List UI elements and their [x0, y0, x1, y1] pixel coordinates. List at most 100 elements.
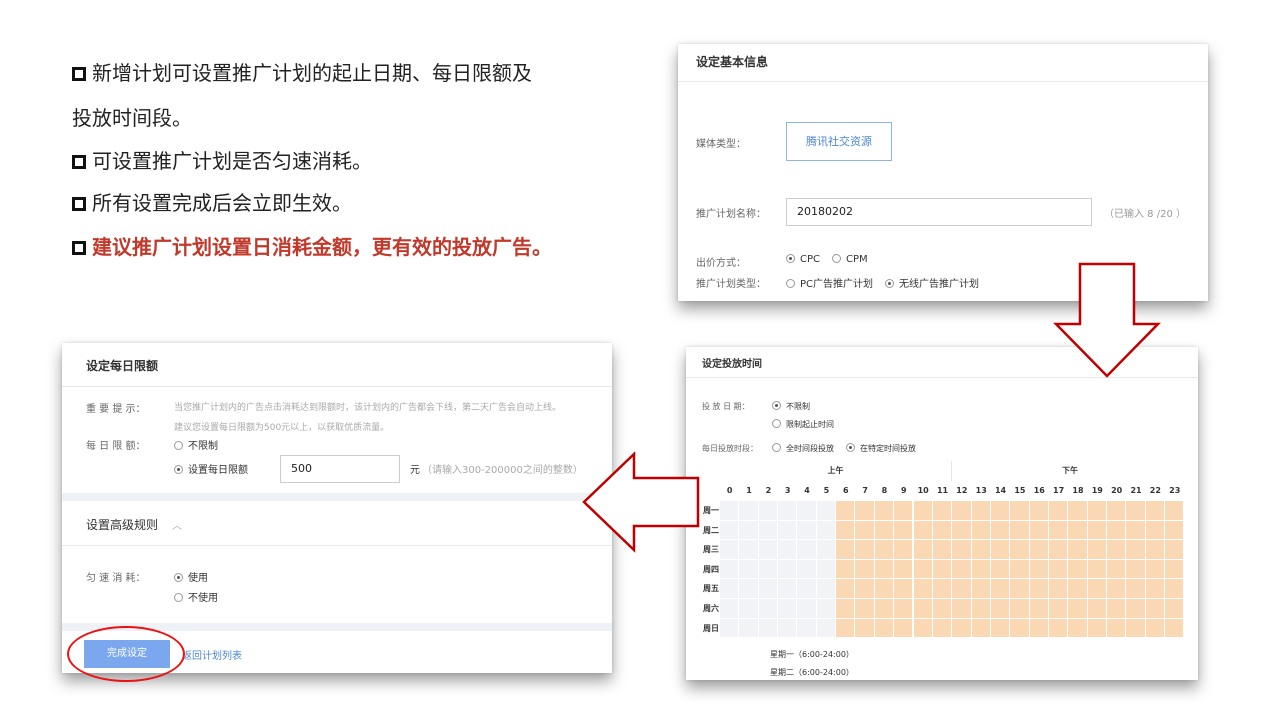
time-cell[interactable]	[913, 501, 933, 521]
hour-label[interactable]: 0	[720, 481, 739, 501]
time-cell[interactable]	[836, 520, 856, 541]
time-cell[interactable]	[913, 559, 933, 580]
time-cell[interactable]	[1010, 501, 1030, 521]
time-cell[interactable]	[990, 540, 1011, 560]
time-cell[interactable]	[913, 579, 933, 599]
time-cell[interactable]	[758, 559, 779, 580]
time-cell[interactable]	[952, 599, 972, 619]
time-cell[interactable]	[836, 599, 856, 619]
day-label[interactable]: 周六	[702, 599, 720, 619]
time-cell[interactable]	[971, 559, 991, 580]
media-type-button[interactable]: 腾讯社交资源	[786, 122, 892, 161]
period-option-all[interactable]: 全时间段投放	[772, 443, 834, 454]
day-label[interactable]: 周三	[702, 540, 720, 560]
time-cell[interactable]	[1107, 501, 1127, 521]
time-cell[interactable]	[778, 618, 798, 639]
hour-label[interactable]: 3	[778, 481, 797, 501]
time-cell[interactable]	[1087, 520, 1107, 541]
time-cell[interactable]	[816, 579, 837, 599]
time-cell[interactable]	[971, 579, 991, 599]
time-cell[interactable]	[874, 618, 895, 639]
limit-option-set[interactable]: 设置每日限额	[174, 461, 248, 476]
time-cell[interactable]	[932, 618, 953, 639]
time-cell[interactable]	[1126, 559, 1146, 580]
time-cell[interactable]	[816, 559, 837, 580]
time-cell[interactable]	[932, 501, 953, 521]
time-cell[interactable]	[1087, 501, 1107, 521]
time-cell[interactable]	[894, 501, 914, 521]
time-cell[interactable]	[1068, 540, 1088, 560]
time-cell[interactable]	[797, 599, 817, 619]
time-cell[interactable]	[894, 540, 914, 560]
time-cell[interactable]	[1010, 559, 1030, 580]
time-cell[interactable]	[1165, 618, 1185, 639]
time-cell[interactable]	[836, 618, 856, 639]
time-cell[interactable]	[952, 579, 972, 599]
back-to-list-link[interactable]: 返回计划列表	[182, 647, 242, 662]
time-cell[interactable]	[1010, 540, 1030, 560]
time-cell[interactable]	[1126, 540, 1146, 560]
time-cell[interactable]	[932, 599, 953, 619]
time-cell[interactable]	[778, 520, 798, 541]
time-cell[interactable]	[1165, 520, 1185, 541]
time-cell[interactable]	[1048, 540, 1069, 560]
time-cell[interactable]	[1048, 618, 1069, 639]
time-cell[interactable]	[874, 520, 895, 541]
time-cell[interactable]	[874, 559, 895, 580]
hour-label[interactable]: 11	[933, 481, 952, 501]
time-cell[interactable]	[990, 599, 1011, 619]
plan-type-mobile[interactable]: 无线广告推广计划	[885, 275, 979, 290]
time-cell[interactable]	[1145, 599, 1166, 619]
hour-label[interactable]: 23	[1165, 481, 1184, 501]
hour-label[interactable]: 16	[1030, 481, 1049, 501]
time-cell[interactable]	[855, 501, 875, 521]
time-cell[interactable]	[1029, 520, 1049, 541]
time-cell[interactable]	[913, 520, 933, 541]
advanced-title[interactable]: 设置高级规则	[86, 516, 158, 533]
time-cell[interactable]	[1068, 501, 1088, 521]
hour-label[interactable]: 20	[1107, 481, 1126, 501]
time-cell[interactable]	[778, 501, 798, 521]
time-cell[interactable]	[1068, 579, 1088, 599]
time-cell[interactable]	[1126, 618, 1146, 639]
time-cell[interactable]	[1145, 559, 1166, 580]
time-cell[interactable]	[816, 501, 837, 521]
time-cell[interactable]	[1107, 579, 1127, 599]
time-cell[interactable]	[758, 579, 779, 599]
time-cell[interactable]	[855, 579, 875, 599]
time-cell[interactable]	[990, 559, 1011, 580]
time-cell[interactable]	[990, 501, 1011, 521]
daily-limit-input[interactable]: 500	[280, 455, 400, 483]
time-cell[interactable]	[1029, 501, 1049, 521]
bid-option-cpm[interactable]: CPM	[832, 254, 868, 265]
pace-option-nouse[interactable]: 不使用	[174, 589, 218, 604]
time-cell[interactable]	[739, 579, 759, 599]
time-cell[interactable]	[971, 520, 991, 541]
hour-label[interactable]: 21	[1126, 481, 1145, 501]
period-option-specific[interactable]: 在特定时间投放	[846, 443, 916, 454]
hour-label[interactable]: 19	[1088, 481, 1107, 501]
hour-label[interactable]: 15	[1010, 481, 1029, 501]
time-cell[interactable]	[778, 559, 798, 580]
time-cell[interactable]	[1126, 501, 1146, 521]
time-cell[interactable]	[836, 540, 856, 560]
time-cell[interactable]	[971, 618, 991, 639]
time-cell[interactable]	[874, 599, 895, 619]
hour-label[interactable]: 13	[972, 481, 991, 501]
day-label[interactable]: 周二	[702, 521, 720, 541]
hour-label[interactable]: 2	[759, 481, 778, 501]
time-cell[interactable]	[1068, 599, 1088, 619]
time-cell[interactable]	[1048, 559, 1069, 580]
day-label[interactable]: 周四	[702, 560, 720, 580]
time-cell[interactable]	[778, 599, 798, 619]
time-cell[interactable]	[758, 520, 779, 541]
time-cell[interactable]	[778, 579, 798, 599]
time-cell[interactable]	[836, 501, 856, 521]
hour-label[interactable]: 4	[797, 481, 816, 501]
time-cell[interactable]	[720, 559, 740, 580]
time-cell[interactable]	[720, 540, 740, 560]
time-cell[interactable]	[816, 599, 837, 619]
time-cell[interactable]	[836, 579, 856, 599]
time-cell[interactable]	[855, 540, 875, 560]
time-cell[interactable]	[855, 599, 875, 619]
